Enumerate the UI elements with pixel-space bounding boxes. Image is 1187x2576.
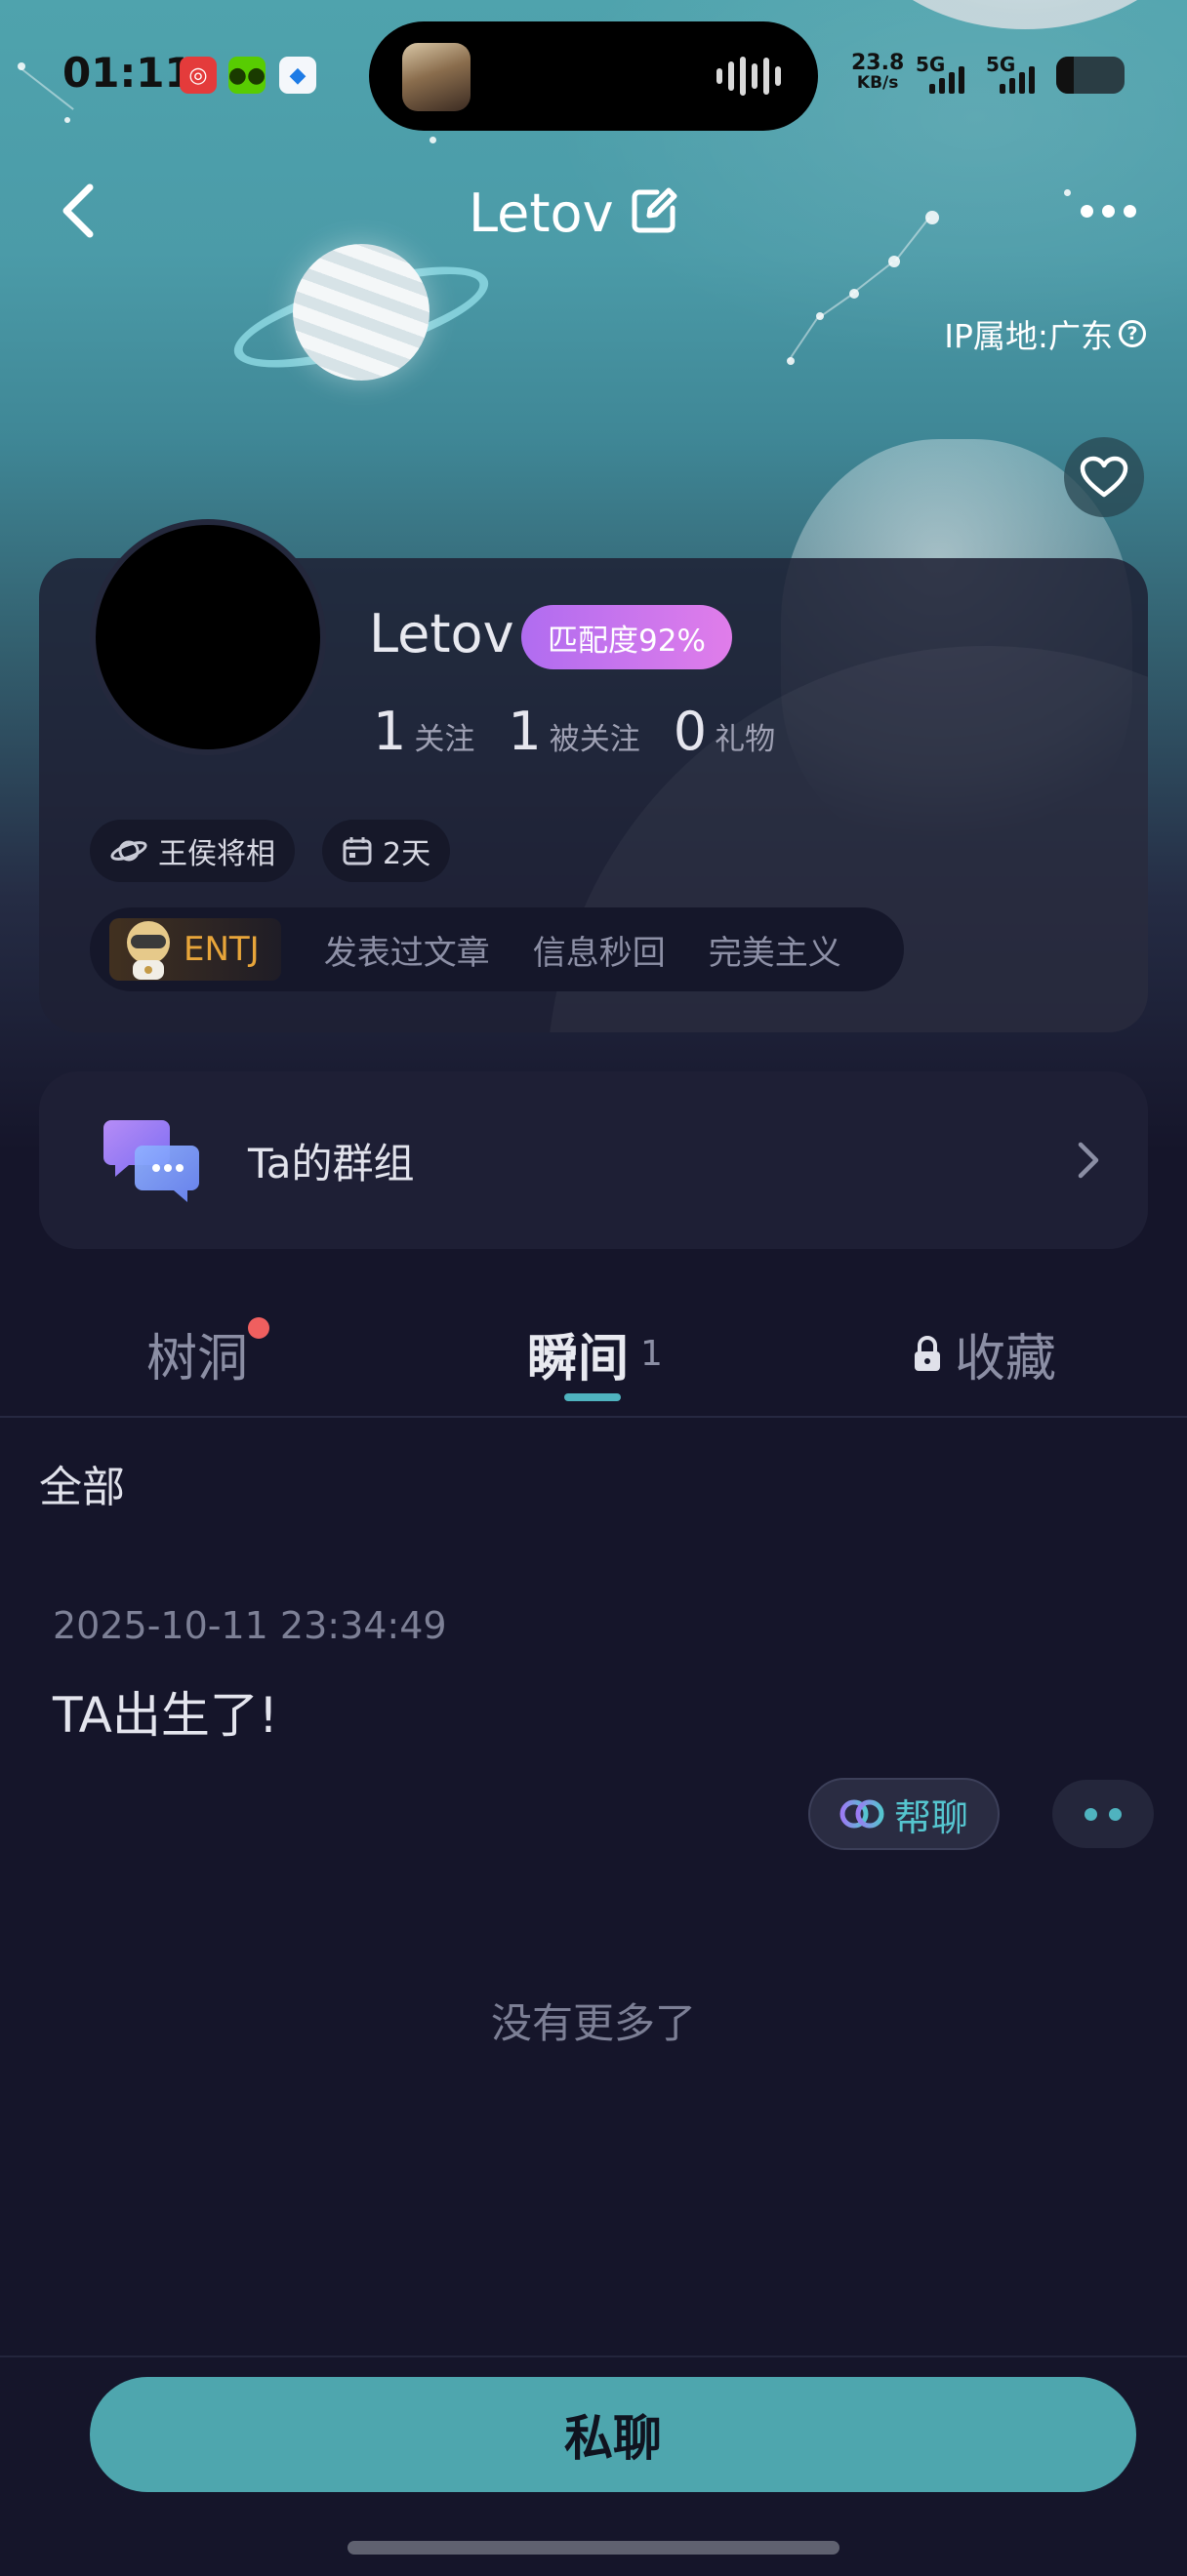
personality-tag: 完美主义: [708, 933, 841, 973]
signal-strength-icon: [1000, 64, 1035, 94]
edit-icon[interactable]: [630, 186, 678, 239]
astronaut-icon: [119, 917, 178, 982]
end-of-list-text: 没有更多了: [490, 1999, 696, 2047]
app-notification-icon: ◆: [279, 57, 316, 94]
more-dot-icon: [1109, 1807, 1122, 1821]
divider: [0, 1416, 1187, 1418]
home-indicator[interactable]: [348, 2541, 839, 2555]
avatar[interactable]: [90, 519, 326, 755]
post-more-button[interactable]: [1052, 1780, 1154, 1848]
unread-dot-badge: [248, 1317, 269, 1339]
star-decoration: [1064, 189, 1071, 196]
constellation-line: [894, 217, 930, 262]
followers-count[interactable]: 1: [508, 701, 541, 762]
back-button[interactable]: [51, 176, 105, 246]
audio-waveform-icon: [716, 55, 785, 98]
filter-all-button[interactable]: 全部: [39, 1452, 125, 1514]
calendar-icon: [343, 837, 372, 865]
gifts-count[interactable]: 0: [674, 701, 707, 762]
more-dot-icon: [1085, 1807, 1097, 1821]
tab-treehole[interactable]: 树洞: [146, 1317, 248, 1390]
chat-group-icon: [103, 1116, 201, 1204]
planet-chip[interactable]: 王侯将相: [90, 820, 295, 882]
more-options-button[interactable]: [1074, 189, 1142, 232]
planet-chip-label: 王侯将相: [158, 837, 275, 871]
more-dot-icon: [1101, 204, 1115, 218]
signal-strength-icon: [929, 64, 964, 94]
divider: [0, 2355, 1187, 2357]
post-text: TA出生了!: [53, 1687, 278, 1744]
personality-tag: 信息秒回: [532, 933, 666, 973]
dynamic-island[interactable]: [369, 21, 818, 131]
ip-location: IP属地:广东 ?: [944, 310, 1146, 357]
tab-moments-count: 1: [640, 1334, 663, 1374]
ip-location-text: IP属地:广东: [944, 317, 1113, 355]
profile-username: Letov: [369, 603, 514, 664]
more-dot-icon: [1080, 204, 1093, 218]
more-dot-icon: [1123, 204, 1136, 218]
groups-entry[interactable]: Ta的群组: [39, 1071, 1148, 1249]
heart-icon: [1080, 456, 1128, 498]
personality-tag: 发表过文章: [323, 933, 490, 973]
mbti-badge[interactable]: ENTJ: [109, 918, 281, 981]
gifts-label[interactable]: 礼物: [715, 714, 775, 758]
constellation-line: [787, 316, 819, 362]
private-message-button[interactable]: 私聊: [90, 2377, 1136, 2492]
days-chip: 2天: [322, 820, 451, 882]
planet-decoration: [293, 244, 430, 381]
tab-favorites[interactable]: 收藏: [912, 1317, 1056, 1390]
lock-icon: [915, 1335, 940, 1371]
followers-label[interactable]: 被关注: [550, 714, 640, 758]
chevron-left-icon: [62, 183, 94, 238]
constellation-line: [817, 293, 854, 320]
constellation-line: [852, 262, 893, 294]
planet-icon: [110, 840, 147, 862]
post-timestamp: 2025-10-11 23:34:49: [53, 1604, 447, 1647]
following-label[interactable]: 关注: [414, 714, 474, 758]
network-speed-value: 23.8: [851, 51, 905, 75]
days-chip-label: 2天: [383, 837, 431, 871]
help-chat-button[interactable]: 帮聊: [808, 1778, 1000, 1850]
like-button[interactable]: [1064, 437, 1144, 517]
profile-stats: 1 关注 1 被关注 0 礼物: [373, 701, 808, 762]
question-icon[interactable]: ?: [1119, 320, 1146, 347]
network-speed-unit: KB/s: [856, 73, 899, 93]
tab-treehole-label: 树洞: [146, 1330, 249, 1389]
following-count[interactable]: 1: [373, 701, 406, 762]
tab-moments[interactable]: 瞬间 1: [527, 1317, 663, 1390]
page-title: Letov: [469, 178, 678, 248]
tab-favorites-label: 收藏: [955, 1330, 1057, 1389]
match-badge: 匹配度92%: [521, 605, 732, 669]
chevron-right-icon: [1078, 1142, 1099, 1179]
battery-level: [1056, 57, 1074, 94]
duolingo-app-icon: ●●: [228, 57, 266, 94]
network-speed: 23.8 KB/s: [851, 53, 904, 94]
personality-tags: ENTJ 发表过文章 信息秒回 完美主义: [90, 907, 904, 991]
groups-entry-label: Ta的群组: [248, 1139, 415, 1187]
mbti-label: ENTJ: [184, 930, 260, 969]
active-tab-indicator: [564, 1393, 621, 1401]
battery-icon: [1056, 57, 1125, 94]
help-chat-label: 帮聊: [893, 1795, 968, 1839]
status-time: 01:11: [62, 49, 193, 97]
music-app-icon: ◎: [180, 57, 217, 94]
status-bar: 01:11 ◎ ●● ◆ 23.8 KB/s 5G 5G: [0, 0, 1187, 146]
tab-moments-label: 瞬间: [527, 1330, 630, 1389]
now-playing-artwork: [402, 43, 471, 111]
page-title-text: Letov: [469, 181, 614, 244]
link-chat-icon: [839, 1799, 884, 1829]
